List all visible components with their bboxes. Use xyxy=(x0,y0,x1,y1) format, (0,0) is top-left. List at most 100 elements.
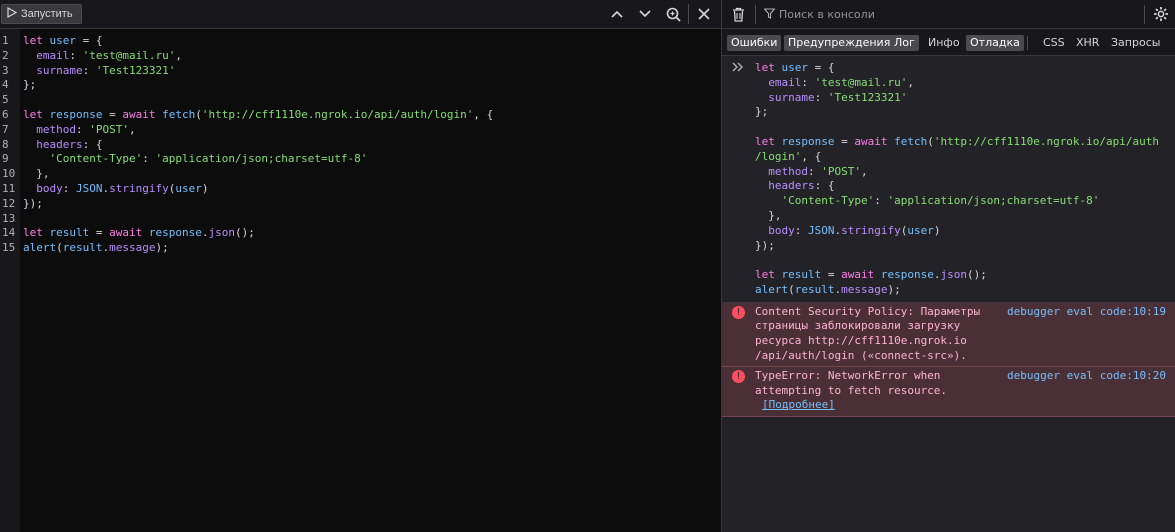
error-text: TypeError: NetworkError when attempting t… xyxy=(755,369,1005,413)
line-number: 15 xyxy=(2,241,16,255)
code-token: , { xyxy=(801,149,822,163)
code-token: : xyxy=(69,48,83,62)
line-number: 13 xyxy=(2,211,16,225)
code-token: let xyxy=(23,34,43,47)
code-token: , xyxy=(129,122,136,136)
code-token: result xyxy=(781,268,822,282)
error-location-link[interactable]: debugger eval code:10:19 xyxy=(1007,305,1166,320)
error-text: Content Security Policy: Параметры страни… xyxy=(755,305,1005,363)
filter-6[interactable]: CSS xyxy=(1039,35,1069,51)
gear-icon[interactable] xyxy=(1151,4,1171,24)
console-filter-bar: Ошибки Предупреждения Лог Инфо Отладка CSS XHR… xyxy=(722,29,1175,56)
code-token: surname xyxy=(36,63,83,77)
code-token: : xyxy=(814,90,828,104)
code-token: 'Test123321' xyxy=(95,63,176,77)
code-token: }, xyxy=(23,167,50,181)
code-line: 13 xyxy=(0,212,721,227)
learn-more-row: [Подробнее] xyxy=(755,398,1005,413)
trash-icon[interactable] xyxy=(728,4,748,24)
close-icon[interactable] xyxy=(694,4,714,24)
echo-line: surname: 'Test123321' xyxy=(755,91,1175,106)
error-location-link[interactable]: debugger eval code:10:20 xyxy=(1007,369,1166,384)
code-token: result xyxy=(794,282,835,296)
line-text xyxy=(20,93,23,108)
search-placeholder: Поиск в консоли xyxy=(779,8,875,21)
chevron-up-icon[interactable] xyxy=(607,4,627,24)
code-token: (); xyxy=(234,226,255,240)
code-token: headers xyxy=(768,179,815,193)
console-search[interactable]: Поиск в консоли xyxy=(763,6,1124,23)
filter-4[interactable]: Инфо xyxy=(924,35,964,51)
line-text: headers: { xyxy=(20,138,102,153)
code-token: method xyxy=(768,164,808,178)
code-token: }); xyxy=(755,238,775,252)
line-text: body: JSON.stringify(user) xyxy=(20,182,208,197)
error-list: ! Content Security Policy: Параметры стран… xyxy=(722,302,1175,417)
code-token: JSON xyxy=(76,181,103,195)
code-token: email xyxy=(36,48,70,62)
code-token: result xyxy=(49,226,90,240)
code-token: await xyxy=(854,134,888,148)
code-token: = xyxy=(102,107,123,121)
code-line: 14 let result = await response.json(); xyxy=(0,226,721,241)
echo-line xyxy=(755,253,1175,268)
filter-8[interactable]: Запросы xyxy=(1107,35,1164,51)
line-text: 'Content-Type': 'application/json;charse… xyxy=(20,152,368,167)
code-token: : xyxy=(801,75,815,89)
code-line: 2 email: 'test@mail.ru', xyxy=(0,49,721,64)
chevron-down-icon[interactable] xyxy=(635,4,655,24)
code-token: fetch xyxy=(162,107,196,121)
editor-toolbar: Запустить xyxy=(0,0,721,29)
line-text: email: 'test@mail.ru', xyxy=(20,49,182,64)
code-token: ( xyxy=(927,134,934,148)
code-token: }; xyxy=(23,78,37,92)
code-token: , xyxy=(175,48,182,62)
echo-line: method: 'POST', xyxy=(755,165,1175,180)
code-token: , xyxy=(861,164,868,178)
filter-2[interactable]: Предупреждения xyxy=(784,35,895,51)
editor-body[interactable]: 1 let user = {2 email: 'test@mail.ru', 3 s… xyxy=(0,29,721,532)
code-token: ( xyxy=(195,107,202,121)
code-token: await xyxy=(841,268,875,282)
code-token: 'application/json;charset=utf-8' xyxy=(155,152,368,166)
run-button[interactable]: Запустить xyxy=(1,4,82,24)
echo-line: let response = await fetch('http://cff11… xyxy=(755,135,1175,150)
code-token: body xyxy=(768,223,795,237)
code-token: json xyxy=(208,226,235,240)
filter-1[interactable]: Ошибки xyxy=(727,35,782,51)
code-token: }, xyxy=(755,208,782,222)
code-token: (); xyxy=(966,268,987,282)
line-number: 10 xyxy=(2,167,16,181)
line-text: surname: 'Test123321' xyxy=(20,64,175,79)
code-token: user xyxy=(907,223,934,237)
filter-divider xyxy=(1027,36,1028,50)
code-token: headers xyxy=(36,137,83,151)
filter-5[interactable]: Отладка xyxy=(966,35,1024,51)
learn-more-link[interactable]: [Подробнее] xyxy=(755,398,835,411)
error-text-line: Content Security Policy: Параметры xyxy=(755,304,981,318)
search-icon[interactable] xyxy=(663,4,683,24)
filter-7[interactable]: XHR xyxy=(1072,35,1103,51)
line-number: 7 xyxy=(2,122,9,136)
code-line: 6 let response = await fetch('http://cff1… xyxy=(0,108,721,123)
code-token: 'POST' xyxy=(821,164,861,178)
code-line: 5 xyxy=(0,93,721,108)
line-text: let response = await fetch('http://cff11… xyxy=(20,108,493,123)
code-token: let xyxy=(755,61,775,74)
error-message: ! TypeError: NetworkError when attempting … xyxy=(722,367,1175,417)
code-token: 'test@mail.ru' xyxy=(82,48,176,62)
code-token: /login' xyxy=(755,149,802,163)
echo-line: headers: { xyxy=(755,179,1175,194)
code-token: = { xyxy=(808,61,835,74)
filter-3[interactable]: Лог xyxy=(890,35,919,51)
code-token: : xyxy=(794,223,808,237)
code-line: 15 alert(result.message); xyxy=(0,241,721,256)
